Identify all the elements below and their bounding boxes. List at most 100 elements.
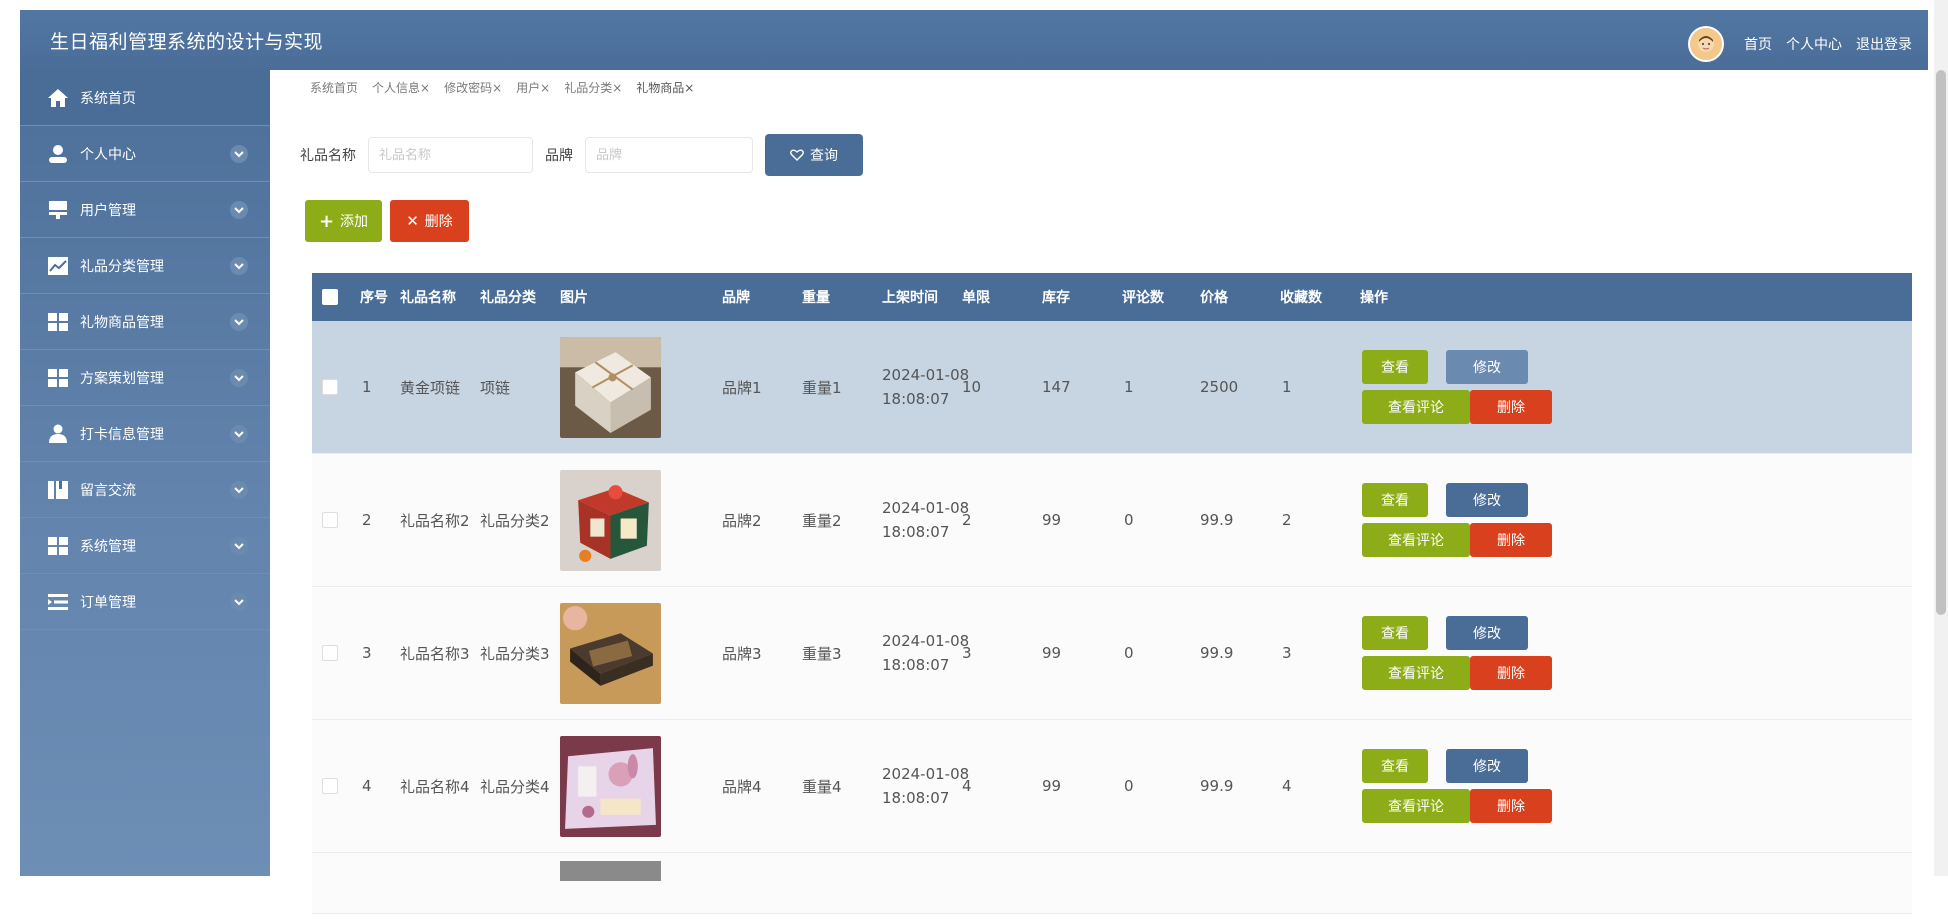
cell-category: 礼品分类2	[480, 511, 550, 530]
delete-button[interactable]: 删除	[1470, 390, 1552, 424]
action-toolbar: + 添加 ✕ 删除	[305, 200, 469, 242]
table-row[interactable]: 1 黄金项链 项链 品牌1 重量1 2024-01-08 18:08:07 10	[312, 321, 1912, 454]
query-button[interactable]: 查询	[765, 134, 863, 176]
table-row[interactable]: 4 礼品名称4 礼品分类4 品牌4 重量4 2024-01-08 18:08:07…	[312, 720, 1912, 853]
add-button[interactable]: + 添加	[305, 200, 382, 242]
chevron-down-icon[interactable]	[230, 425, 248, 443]
scrollbar-thumb[interactable]	[1936, 70, 1946, 615]
tab-personal-info[interactable]: 个人信息×	[372, 79, 430, 96]
sidebar-item-checkin[interactable]: 打卡信息管理	[20, 406, 270, 462]
gift-image[interactable]	[560, 469, 661, 571]
row-checkbox[interactable]	[322, 379, 338, 395]
cell-price: 99.9	[1200, 644, 1234, 662]
column-header: 操作	[1360, 290, 1388, 306]
cell-name: 礼品名称4	[400, 777, 470, 796]
table-row[interactable]	[312, 853, 1912, 914]
view-button[interactable]: 查看	[1362, 350, 1428, 384]
cell-favorites: 3	[1282, 644, 1292, 662]
delete-button[interactable]: 删除	[1470, 656, 1552, 690]
scrollbar[interactable]	[1934, 0, 1948, 876]
tab-gift-category[interactable]: 礼品分类×	[564, 79, 622, 96]
view-comments-button[interactable]: 查看评论	[1362, 789, 1470, 823]
avatar[interactable]	[1688, 26, 1724, 62]
row-checkbox[interactable]	[322, 512, 338, 528]
tab-change-password[interactable]: 修改密码×	[444, 79, 502, 96]
sidebar-item-users[interactable]: 用户管理	[20, 182, 270, 238]
plus-icon: +	[318, 210, 335, 232]
view-button[interactable]: 查看	[1362, 749, 1428, 783]
column-header: 重量	[802, 290, 830, 306]
edit-button[interactable]: 修改	[1446, 350, 1528, 384]
edit-button[interactable]: 修改	[1446, 616, 1528, 650]
column-header: 品牌	[722, 290, 750, 306]
sidebar-item-orders[interactable]: 订单管理	[20, 574, 270, 630]
gift-image[interactable]	[560, 735, 661, 837]
sidebar-item-label: 系统管理	[80, 538, 136, 555]
cell-weight: 重量3	[802, 644, 842, 663]
header-nav: 首页 个人中心 退出登录	[1688, 26, 1912, 62]
cell-price: 99.9	[1200, 511, 1234, 529]
cell-brand: 品牌3	[722, 644, 762, 663]
tab-users[interactable]: 用户×	[516, 79, 550, 96]
sidebar-item-profile[interactable]: 个人中心	[20, 126, 270, 182]
gift-name-input[interactable]	[368, 137, 533, 173]
gift-image[interactable]	[560, 336, 661, 438]
chevron-down-icon[interactable]	[230, 593, 248, 611]
gift-image[interactable]	[560, 861, 661, 881]
edit-button[interactable]: 修改	[1446, 749, 1528, 783]
sidebar-item-label: 订单管理	[80, 594, 136, 611]
header-link-logout[interactable]: 退出登录	[1856, 34, 1912, 54]
cell-brand: 品牌4	[722, 777, 762, 796]
cell-name: 礼品名称2	[400, 511, 470, 530]
view-comments-button[interactable]: 查看评论	[1362, 656, 1470, 690]
brand-input[interactable]	[585, 137, 753, 173]
column-header: 图片	[560, 290, 588, 306]
edit-button[interactable]: 修改	[1446, 483, 1528, 517]
sidebar-item-gift-goods[interactable]: 礼物商品管理	[20, 294, 270, 350]
sidebar-item-label: 打卡信息管理	[80, 426, 164, 443]
gift-table: 序号 礼品名称 礼品分类 图片 品牌 重量 上架时间 单限 库存 评论数 价格 …	[312, 273, 1912, 914]
chevron-down-icon[interactable]	[230, 201, 248, 219]
view-button[interactable]: 查看	[1362, 483, 1428, 517]
sidebar-item-messages[interactable]: 留言交流	[20, 462, 270, 518]
row-checkbox[interactable]	[322, 778, 338, 794]
sidebar-item-label: 个人中心	[80, 146, 136, 163]
search-form: 礼品名称 品牌 查询	[300, 134, 863, 176]
chevron-down-icon[interactable]	[230, 481, 248, 499]
cell-stock: 99	[1042, 777, 1062, 795]
delete-button[interactable]: 删除	[1470, 789, 1552, 823]
header-link-profile[interactable]: 个人中心	[1786, 34, 1842, 54]
sidebar-item-home[interactable]: 系统首页	[20, 70, 270, 126]
bulk-delete-button[interactable]: ✕ 删除	[390, 200, 469, 242]
view-comments-button[interactable]: 查看评论	[1362, 390, 1470, 424]
brand-label: 品牌	[545, 148, 573, 164]
sidebar-item-label: 方案策划管理	[80, 370, 164, 387]
cell-limit: 3	[962, 644, 972, 662]
row-checkbox[interactable]	[322, 645, 338, 661]
row-actions: 查看 修改 查看评论 删除	[1362, 483, 1552, 557]
tab-gift-goods[interactable]: 礼物商品×	[636, 79, 694, 96]
select-all-checkbox[interactable]	[322, 289, 338, 305]
tab-home[interactable]: 系统首页	[310, 79, 358, 96]
chevron-down-icon[interactable]	[230, 369, 248, 387]
view-button[interactable]: 查看	[1362, 616, 1428, 650]
table-row[interactable]: 3 礼品名称3 礼品分类3 品牌3 重量3 2024-01-08 18:08:07…	[312, 587, 1912, 720]
sidebar-item-gift-category[interactable]: 礼品分类管理	[20, 238, 270, 294]
sidebar-item-plans[interactable]: 方案策划管理	[20, 350, 270, 406]
sidebar: 系统首页 个人中心 用户管理 礼品分类管理 礼物商品管理 方案策划管理 打卡信息…	[20, 70, 270, 876]
chevron-down-icon[interactable]	[230, 145, 248, 163]
table-row[interactable]: 2 礼品名称2 礼品分类2 品牌2 重量2 2024-01-08 18:08:07…	[312, 454, 1912, 587]
header-link-home[interactable]: 首页	[1744, 34, 1772, 54]
column-header: 礼品名称	[400, 290, 456, 306]
delete-button[interactable]: 删除	[1470, 523, 1552, 557]
user-manage-icon	[46, 200, 70, 220]
sidebar-item-system[interactable]: 系统管理	[20, 518, 270, 574]
query-button-label: 查询	[810, 148, 838, 164]
gift-image[interactable]	[560, 602, 661, 704]
chevron-down-icon[interactable]	[230, 313, 248, 331]
view-comments-button[interactable]: 查看评论	[1362, 523, 1470, 557]
cell-name: 黄金项链	[400, 378, 461, 397]
cell-favorites: 2	[1282, 511, 1292, 529]
chevron-down-icon[interactable]	[230, 537, 248, 555]
chevron-down-icon[interactable]	[230, 257, 248, 275]
